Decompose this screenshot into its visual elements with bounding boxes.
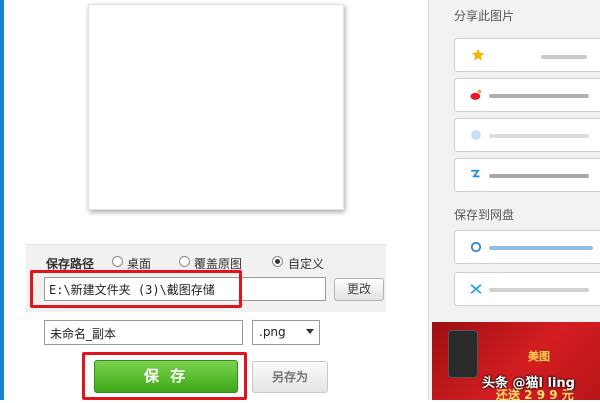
share-card-favorite[interactable]: [454, 38, 600, 72]
baidu-cloud-icon: [470, 241, 482, 253]
radio-custom[interactable]: [272, 256, 283, 267]
save-as-button[interactable]: 另存为: [252, 361, 328, 393]
image-preview: [88, 4, 344, 210]
window-edge: [0, 0, 4, 400]
share-card-qq[interactable]: [454, 118, 600, 152]
cloud-section-title: 保存到网盘: [454, 208, 515, 222]
radio-overwrite[interactable]: [179, 256, 190, 267]
change-path-button[interactable]: 更改: [334, 278, 384, 301]
weibo-icon: [470, 89, 482, 100]
share-section-title: 分享此图片: [454, 9, 515, 23]
save-button[interactable]: 保 存: [94, 360, 238, 393]
filename-input[interactable]: 未命名_副本: [44, 320, 243, 345]
cloud-drive-icon: [470, 284, 482, 294]
share-card-weibo[interactable]: [454, 78, 600, 112]
ad-headline: 美图: [528, 350, 550, 363]
path-highlight-box: [30, 270, 242, 308]
radio-custom-label: 自定义: [288, 257, 325, 271]
cloud-card-drive[interactable]: [454, 272, 600, 306]
chevron-down-icon: [306, 329, 314, 334]
watermark-text: 头条 @猫l ling: [482, 376, 575, 391]
star-icon: [471, 48, 485, 61]
radio-desktop[interactable]: [112, 256, 123, 267]
cloud-card-baidu[interactable]: [454, 230, 600, 264]
share-card-qzone[interactable]: [454, 158, 600, 192]
qq-icon: [471, 130, 481, 140]
qzone-icon: [471, 169, 480, 178]
phone-image: [448, 330, 478, 378]
